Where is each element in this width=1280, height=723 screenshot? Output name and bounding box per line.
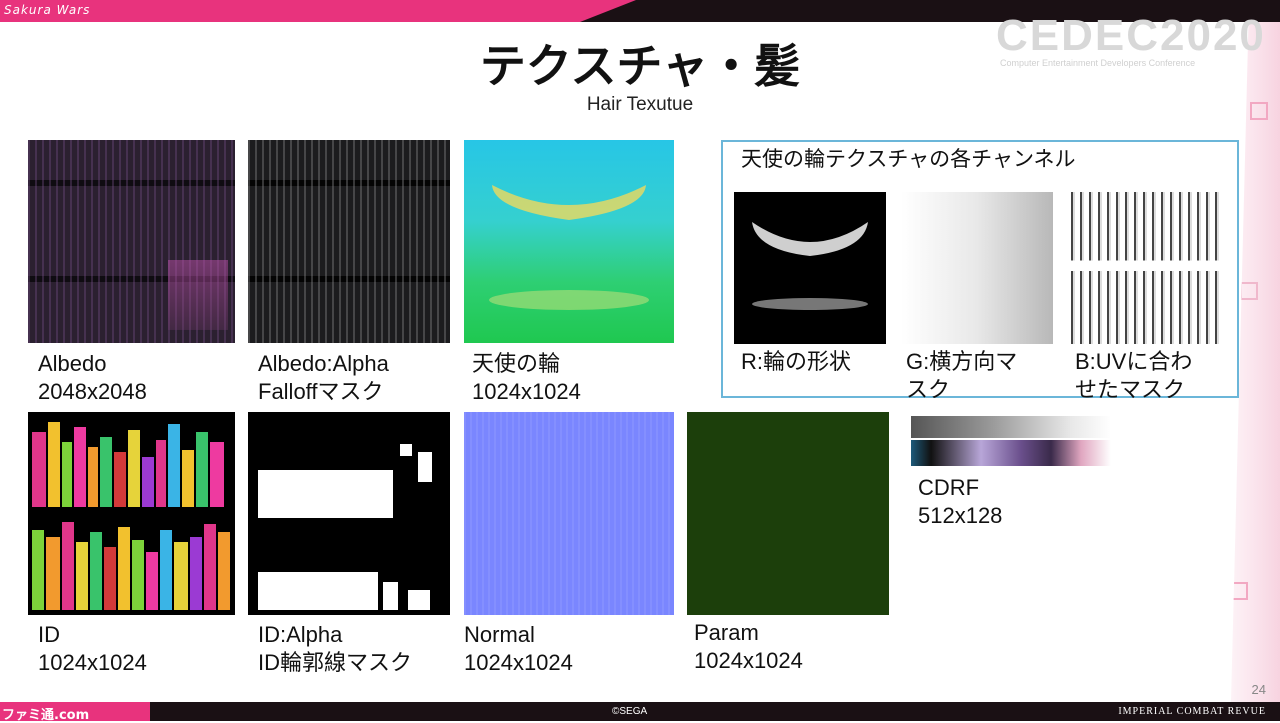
page-subtitle: Hair Texutue (586, 94, 694, 115)
id-outline-mask (258, 444, 432, 610)
cdrf-gradient-bottom (911, 440, 1111, 466)
id-label: ID 1024x1024 (38, 622, 147, 675)
albedo-alpha-label: Albedo:Alpha Falloffマスク (258, 351, 389, 404)
page-number: 24 (1251, 682, 1266, 697)
copyright-text: ©SEGA (612, 706, 648, 717)
albedo-alpha-texture-image (248, 140, 450, 343)
r-channel-image (734, 192, 886, 344)
albedo-label: Albedo 2048x2048 (38, 351, 147, 404)
id-color-bars (32, 422, 230, 610)
albedo-highlight (168, 260, 228, 330)
angel-ring-texture-image (464, 140, 674, 343)
id-texture-image (28, 412, 235, 615)
r-channel-label: R:輪の形状 (741, 349, 852, 374)
b-channel-label: B:UVに合わ せたマスク (1075, 349, 1193, 402)
angel-ring-shape (489, 185, 649, 310)
channel-panel-title: 天使の輪テクスチャの各チャンネル (741, 148, 1076, 171)
g-channel-image (901, 192, 1053, 344)
angel-ring-label: 天使の輪 1024x1024 (472, 351, 581, 404)
param-texture-image (687, 412, 889, 615)
id-alpha-texture-image (248, 412, 450, 615)
normal-label: Normal 1024x1024 (464, 622, 573, 675)
brand-label: Sakura Wars (4, 3, 91, 17)
famitsu-logo: ファミ通.com (2, 708, 90, 723)
albedo-texture-image (28, 140, 235, 343)
decor-square (1231, 582, 1248, 600)
ring-shape-graphic (752, 222, 868, 310)
game-title-text: IMPERIAL COMBAT REVUE (1118, 706, 1266, 717)
page-title: テクスチャ・髪 (479, 39, 801, 93)
cdrf-gradient-top (911, 416, 1111, 438)
param-label: Param 1024x1024 (694, 620, 803, 673)
decor-square (1240, 282, 1258, 300)
g-channel-label: G:横方向マ スク (906, 349, 1018, 402)
normal-texture-image (464, 412, 674, 615)
id-alpha-label: ID:Alpha ID輪郭線マスク (258, 622, 413, 675)
cdrf-label: CDRF 512x128 (918, 475, 1003, 528)
channel-panel: 天使の輪テクスチャの各チャンネル R:輪の形状 G:横方向マ スク B:UVに合… (721, 140, 1239, 402)
b-channel-image (1071, 192, 1223, 344)
